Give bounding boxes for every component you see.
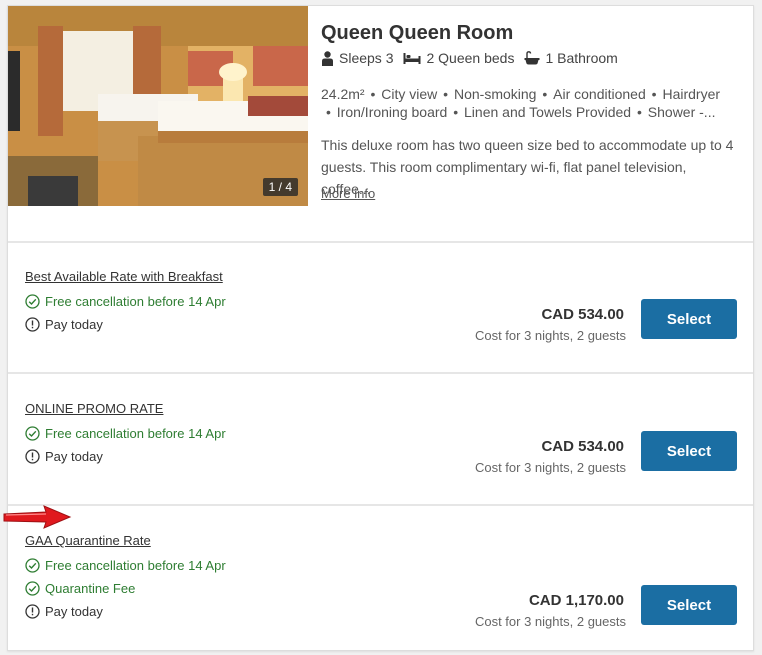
exclamation-circle-icon [25, 449, 40, 464]
rate-price: CAD 534.00 [541, 438, 624, 455]
room-card: 1 / 4 Queen Queen Room Sleeps 3 2 Queen … [7, 5, 754, 651]
amenities-list: 24.2m² • City view • Non-smoking • Air c… [321, 85, 736, 121]
bathtub-icon [524, 50, 540, 64]
select-button[interactable]: Select [641, 585, 737, 625]
select-button[interactable]: Select [641, 299, 737, 339]
payment-line: Pay today [25, 317, 103, 332]
cancellation-text: Free cancellation before 14 Apr [45, 294, 226, 309]
amenity: City view [381, 86, 438, 102]
bathroom-feature: 1 Bathroom [524, 50, 618, 66]
amenity: Linen and Towels Provided [464, 104, 632, 120]
rate-price: CAD 534.00 [541, 306, 624, 323]
rate-name[interactable]: ONLINE PROMO RATE [25, 401, 163, 416]
check-circle-icon [25, 426, 40, 441]
rate-name[interactable]: GAA Quarantine Rate [25, 533, 151, 548]
quarantine-fee-line: Quarantine Fee [25, 581, 135, 596]
sleeps-feature: Sleeps 3 [321, 50, 393, 66]
cost-note: Cost for 3 nights, 2 guests [474, 614, 626, 629]
bathroom-label: 1 Bathroom [545, 50, 618, 66]
cost-note: Cost for 3 nights, 2 guests [474, 328, 626, 343]
check-circle-icon [25, 294, 40, 309]
exclamation-circle-icon [25, 604, 40, 619]
amenity-size: 24.2m² [321, 86, 365, 102]
cancellation-line: Free cancellation before 14 Apr [25, 294, 226, 309]
amenity: Air conditioned [553, 86, 646, 102]
photo-counter: 1 / 4 [262, 178, 298, 196]
room-description: This deluxe room has two queen size bed … [321, 137, 734, 197]
payment-text: Pay today [45, 449, 103, 464]
beds-label: 2 Queen beds [426, 50, 515, 66]
rate-option: Best Available Rate with Breakfast Free … [8, 242, 753, 374]
sleeps-label: Sleeps 3 [339, 50, 394, 66]
rate-name[interactable]: Best Available Rate with Breakfast [25, 269, 223, 284]
bed-icon [403, 52, 421, 64]
cancellation-line: Free cancellation before 14 Apr [25, 426, 226, 441]
check-circle-icon [25, 581, 40, 596]
payment-text: Pay today [45, 317, 103, 332]
amenity: Non-smoking [453, 86, 537, 102]
exclamation-circle-icon [25, 317, 40, 332]
payment-line: Pay today [25, 449, 103, 464]
rate-option: ONLINE PROMO RATE Free cancellation befo… [8, 374, 753, 506]
amenity: Iron/Ironing board [336, 104, 448, 120]
room-title: Queen Queen Room [321, 22, 514, 44]
room-summary: 1 / 4 Queen Queen Room Sleeps 3 2 Queen … [8, 6, 753, 243]
cancellation-line: Free cancellation before 14 Apr [25, 558, 226, 573]
room-photo[interactable]: 1 / 4 [8, 6, 308, 206]
annotation-arrow-icon [3, 505, 72, 529]
payment-line: Pay today [25, 604, 103, 619]
amenities-row-2: • Iron/Ironing board • Linen and Towels … [326, 104, 716, 120]
cancellation-text: Free cancellation before 14 Apr [45, 426, 226, 441]
beds-feature: 2 Queen beds [403, 50, 514, 66]
person-icon [322, 50, 333, 66]
amenities-row-1: 24.2m² • City view • Non-smoking • Air c… [321, 86, 721, 102]
cancellation-text: Free cancellation before 14 Apr [45, 558, 226, 573]
select-button[interactable]: Select [641, 431, 737, 471]
hotel-room-image [8, 6, 308, 206]
rate-price: CAD 1,170.00 [528, 592, 624, 609]
amenity: Shower -... [647, 104, 716, 120]
amenity: Hairdryer [662, 86, 721, 102]
rate-option: GAA Quarantine Rate Free cancellation be… [8, 506, 753, 650]
quarantine-fee-text: Quarantine Fee [45, 581, 136, 596]
cost-note: Cost for 3 nights, 2 guests [474, 460, 626, 475]
check-circle-icon [25, 558, 40, 573]
room-features: Sleeps 3 2 Queen beds 1 Bathroom [321, 50, 618, 66]
more-info-link[interactable]: More info [321, 186, 375, 201]
payment-text: Pay today [45, 604, 103, 619]
